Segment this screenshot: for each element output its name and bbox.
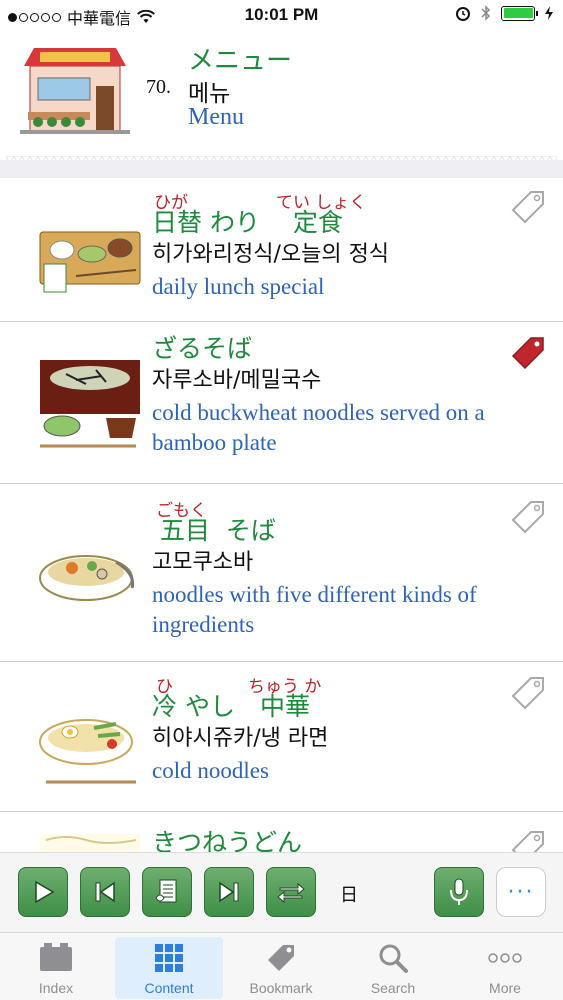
- tab-label: More: [489, 980, 521, 996]
- ruby-reading: ひ: [156, 677, 173, 697]
- previous-button[interactable]: [80, 867, 130, 917]
- item-english: ingredients: [152, 612, 255, 637]
- item-korean: 고모쿠소바: [152, 550, 254, 575]
- list-item[interactable]: ひ ちゅう か 冷 やし 中華 히야시쥬카/냉 라면 cold noodles: [0, 662, 563, 812]
- item-english: daily lunch special: [152, 274, 325, 299]
- index-icon: [40, 943, 72, 971]
- item-ruby: ひ ちゅう か: [152, 672, 549, 697]
- item-korean: 히가와리정식/오늘의 정식: [152, 242, 390, 267]
- lesson-number: 70.: [146, 76, 171, 98]
- play-button[interactable]: [18, 867, 68, 917]
- status-right: [455, 5, 553, 21]
- swap-arrows-icon: [277, 882, 305, 904]
- item-japanese: きつねうどん: [152, 828, 303, 852]
- tab-label: Bookmark: [249, 980, 313, 996]
- daily-lunch-set-icon: [39, 231, 141, 293]
- more-options-label: ···: [507, 879, 535, 905]
- next-button[interactable]: [204, 867, 254, 917]
- more-options-button[interactable]: ···: [496, 867, 546, 917]
- tab-search[interactable]: Search: [339, 937, 447, 999]
- header-title-korean: 메뉴: [188, 81, 231, 107]
- item-english: bamboo plate: [152, 430, 277, 455]
- header-separator: [0, 160, 563, 178]
- lesson-header: 70. メニュー 메뉴 Menu: [6, 30, 557, 160]
- bluetooth-icon: [481, 5, 491, 21]
- tab-bar: Index Content Bookmark Search More: [0, 932, 563, 1000]
- phrase-list[interactable]: ひが てい しょく 日替 わり 定食 히가와리정식/오늘의 정식 daily l…: [0, 178, 563, 852]
- item-korean: 히야시쥬카/냉 라면: [152, 726, 329, 751]
- more-dots-icon: [488, 953, 522, 963]
- document-list-icon: [155, 879, 177, 903]
- record-button[interactable]: [434, 867, 484, 917]
- ruby-reading: ひが: [154, 193, 188, 213]
- script-button[interactable]: [142, 867, 192, 917]
- kitsune-udon-icon: [40, 834, 140, 852]
- item-japanese: ざるそば: [152, 334, 253, 363]
- skip-previous-icon: [95, 881, 115, 903]
- play-icon: [35, 880, 55, 904]
- microphone-icon: [450, 878, 468, 905]
- ruby-reading: てい しょく: [276, 193, 367, 213]
- repeat-button[interactable]: [266, 867, 316, 917]
- list-item[interactable]: ごもく 五目 そば 고모쿠소바 noodles with five differ…: [0, 484, 563, 662]
- charging-bolt-icon: [545, 6, 553, 20]
- playback-toolbar: 日 ···: [0, 852, 563, 932]
- item-korean: 자루소바/메밀국수: [152, 368, 322, 393]
- battery-icon: [501, 5, 538, 21]
- tab-label: Search: [370, 980, 416, 996]
- zaru-soba-icon: [40, 360, 140, 448]
- bookmark-tag-icon[interactable]: [509, 828, 547, 852]
- skip-next-icon: [219, 881, 239, 903]
- item-english: cold buckwheat noodles served on a: [152, 400, 485, 425]
- bookmark-tag-icon[interactable]: [509, 334, 547, 372]
- item-english: cold noodles: [152, 758, 269, 783]
- bookmark-tag-icon: [268, 945, 294, 971]
- restaurant-building-icon: [20, 48, 130, 134]
- tab-index[interactable]: Index: [2, 937, 110, 999]
- header-title-japanese: メニュー: [188, 46, 293, 76]
- hiyashi-chuka-icon: [39, 719, 136, 784]
- ruby-reading: ちゅう か: [248, 677, 322, 697]
- search-icon: [379, 944, 408, 973]
- bookmark-tag-icon[interactable]: [509, 188, 547, 226]
- content-grid-icon: [155, 944, 183, 972]
- tab-label: Content: [144, 980, 194, 996]
- tab-bookmark[interactable]: Bookmark: [227, 937, 335, 999]
- language-mode-label[interactable]: 日: [340, 881, 358, 907]
- alarm-clock-icon: [456, 7, 470, 21]
- item-japanese: 冷 やし 中華: [152, 692, 310, 721]
- item-english: noodles with five different kinds of: [152, 582, 477, 607]
- bookmark-tag-icon[interactable]: [509, 674, 547, 712]
- status-bar: 中華電信 10:01 PM: [0, 0, 563, 30]
- header-title-english: Menu: [188, 104, 244, 130]
- gomoku-soba-icon: [39, 555, 135, 601]
- tab-label: Index: [38, 980, 74, 996]
- item-japanese: 五目 そば: [152, 516, 276, 545]
- item-ruby: ごもく: [152, 496, 549, 521]
- list-item[interactable]: きつねうどん: [0, 812, 563, 852]
- ruby-reading: ごもく: [156, 501, 207, 521]
- list-item[interactable]: ざるそば 자루소바/메밀국수 cold buckwheat noodles se…: [0, 322, 563, 484]
- item-ruby: ひが てい しょく: [152, 188, 549, 213]
- list-item[interactable]: ひが てい しょく 日替 わり 定食 히가와리정식/오늘의 정식 daily l…: [0, 178, 563, 322]
- bookmark-tag-icon[interactable]: [509, 498, 547, 536]
- tab-more[interactable]: More: [451, 937, 559, 999]
- tab-content[interactable]: Content: [115, 937, 223, 999]
